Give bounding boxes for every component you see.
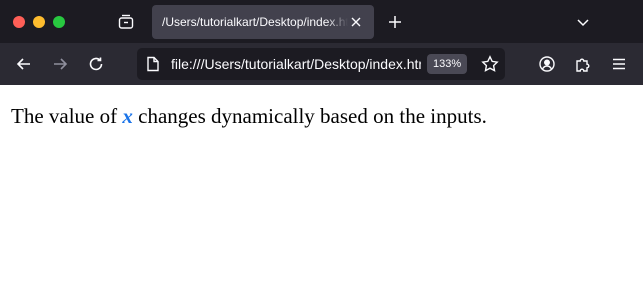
math-variable: x bbox=[122, 104, 133, 128]
navigation-toolbar: file:///Users/tutorialkart/Desktop/index… bbox=[0, 43, 643, 85]
close-icon[interactable] bbox=[348, 14, 364, 30]
paragraph: The value of x changes dynamically based… bbox=[11, 104, 487, 128]
paragraph-text-start: The value of bbox=[11, 104, 123, 128]
plus-icon[interactable] bbox=[386, 13, 404, 31]
chevron-down-icon[interactable] bbox=[574, 13, 592, 31]
url-text[interactable]: file:///Users/tutorialkart/Desktop/index… bbox=[171, 55, 421, 73]
page-content: The value of x changes dynamically based… bbox=[0, 85, 643, 283]
browser-window: /Users/tutorialkart/Desktop/index.html f… bbox=[0, 0, 643, 283]
minimize-window-button[interactable] bbox=[33, 16, 45, 28]
zoom-level-badge[interactable]: 133% bbox=[427, 54, 468, 74]
page-icon bbox=[145, 56, 161, 72]
reload-icon[interactable] bbox=[86, 54, 106, 74]
close-window-button[interactable] bbox=[13, 16, 25, 28]
forward-arrow-icon[interactable] bbox=[50, 54, 70, 74]
tab-title: /Users/tutorialkart/Desktop/index.html bbox=[162, 15, 348, 29]
extensions-icon[interactable] bbox=[573, 54, 593, 74]
tab-strip: /Users/tutorialkart/Desktop/index.html bbox=[0, 0, 643, 43]
star-icon[interactable] bbox=[481, 55, 499, 73]
zoom-window-button[interactable] bbox=[53, 16, 65, 28]
paragraph-text-end: changes dynamically based on the inputs. bbox=[132, 104, 487, 128]
tab-active[interactable]: /Users/tutorialkart/Desktop/index.html bbox=[152, 5, 374, 39]
tab-title-fade bbox=[326, 9, 348, 35]
address-bar[interactable]: file:///Users/tutorialkart/Desktop/index… bbox=[137, 48, 505, 80]
account-icon[interactable] bbox=[537, 54, 557, 74]
menu-icon[interactable] bbox=[609, 54, 629, 74]
back-arrow-icon[interactable] bbox=[14, 54, 34, 74]
tab-overview-icon[interactable] bbox=[117, 13, 135, 31]
